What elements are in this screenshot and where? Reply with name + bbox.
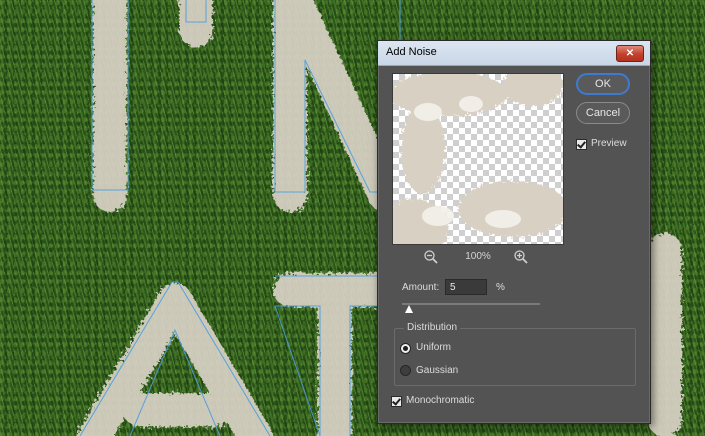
dialog-titlebar[interactable]: Add Noise ✕ [378, 41, 650, 66]
amount-label: Amount: [402, 282, 440, 293]
amount-unit: % [496, 282, 505, 293]
amount-slider[interactable] [402, 303, 540, 305]
gaussian-label: Gaussian [416, 365, 459, 376]
preview-image [393, 74, 563, 244]
preview-label: Preview [591, 138, 627, 149]
preview-window[interactable] [392, 73, 564, 245]
cancel-button[interactable]: Cancel [576, 102, 630, 124]
amount-slider-thumb[interactable] [404, 305, 413, 313]
distribution-label: Distribution [404, 322, 461, 333]
zoom-level: 100% [465, 251, 491, 262]
close-icon: ✕ [625, 48, 635, 59]
amount-input[interactable]: 5 [445, 279, 487, 295]
dialog-title: Add Noise [386, 46, 437, 58]
monochromatic-label: Monochromatic [406, 395, 475, 406]
distribution-group [394, 328, 636, 386]
gaussian-radio[interactable] [400, 365, 411, 376]
uniform-radio[interactable] [400, 343, 411, 354]
monochromatic-checkbox[interactable] [391, 396, 402, 407]
zoom-in-icon[interactable] [513, 249, 529, 265]
close-button[interactable]: ✕ [616, 45, 644, 62]
uniform-label: Uniform [416, 342, 452, 353]
add-noise-dialog: Add Noise ✕ 100% OK Cancel Preview Amoun… [377, 40, 651, 424]
ok-button[interactable]: OK [576, 73, 630, 95]
zoom-out-icon[interactable] [423, 249, 439, 265]
preview-checkbox[interactable] [576, 139, 587, 150]
